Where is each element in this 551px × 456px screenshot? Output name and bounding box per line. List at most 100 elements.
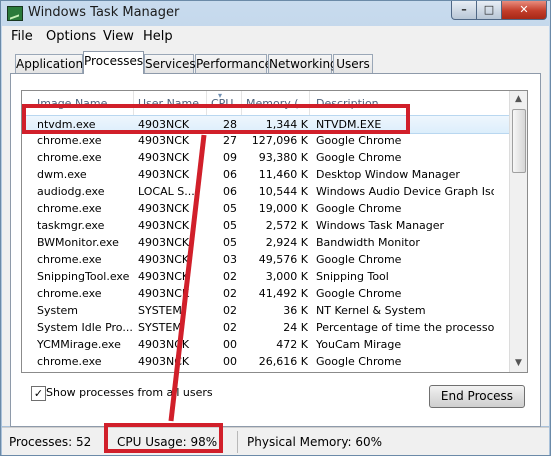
process-rows: ntvdm.exe 4903NCK 28 1,344 K NTVDM.EXE chrome… xyxy=(22,115,509,372)
title-bar[interactable]: Windows Task Manager – □ ✕ xyxy=(1,1,550,25)
menu-help[interactable]: Help xyxy=(143,29,173,44)
column-divider[interactable] xyxy=(241,91,242,115)
memory-cell: 26,616 K xyxy=(258,355,308,368)
menu-bar: File Options View Help xyxy=(2,26,549,45)
description-cell: YouCam Mirage xyxy=(316,338,402,351)
menu-file[interactable]: File xyxy=(11,29,33,44)
menu-options[interactable]: Options xyxy=(46,29,96,44)
table-row[interactable]: BWMonitor.exe 4903NCK 05 2,924 K Bandwidth M… xyxy=(22,234,509,251)
table-row[interactable]: audiodg.exe LOCAL S... 06 10,544 K Windows A… xyxy=(22,183,509,200)
table-row[interactable]: chrome.exe 4903NCK 03 49,576 K Google Chrome xyxy=(22,251,509,268)
maximize-button[interactable]: □ xyxy=(476,1,502,20)
tab-processes[interactable]: Processes xyxy=(83,51,144,74)
image-name-cell: chrome.exe xyxy=(37,253,102,266)
user-name-cell: 4903NCK xyxy=(138,355,190,368)
process-count: Processes: 52 xyxy=(9,435,92,449)
column-divider[interactable] xyxy=(133,91,134,115)
column-divider[interactable] xyxy=(309,91,310,115)
show-all-users-label: Show processes from all users xyxy=(46,386,213,399)
description-cell: Percentage of time the processor i... xyxy=(316,321,494,334)
user-name-cell: 4903NCK xyxy=(138,219,190,232)
user-name-cell: 4903NCK xyxy=(138,168,190,181)
memory-cell: 19,000 K xyxy=(258,202,308,215)
task-manager-window: Windows Task Manager – □ ✕ File Options … xyxy=(0,0,551,456)
table-row[interactable]: YCMMirage.exe 4903NCK 00 472 K YouCam Mirage xyxy=(22,336,509,353)
table-row[interactable]: System SYSTEM 02 36 K NT Kernel & System xyxy=(22,302,509,319)
tab-services[interactable]: Services xyxy=(144,54,196,74)
table-row[interactable]: chrome.exe 4903NCK 00 26,616 K Google Chrome xyxy=(22,353,509,370)
memory-cell: 41,492 K xyxy=(258,287,308,300)
memory-cell: 36 K xyxy=(283,304,308,317)
user-name-cell: 4903NCK xyxy=(138,253,190,266)
cpu-cell: 27 xyxy=(223,134,237,147)
cpu-cell: 02 xyxy=(223,270,237,283)
user-name-cell: 4903NCK xyxy=(138,236,190,249)
column-user-name[interactable]: User Name xyxy=(138,97,206,110)
cpu-usage: CPU Usage: 98% xyxy=(117,435,218,449)
user-name-cell: SYSTEM xyxy=(138,321,182,334)
user-name-cell: 4903NCK xyxy=(138,338,190,351)
process-list[interactable]: Image Name User Name CPU Memory ( Descri… xyxy=(21,90,528,373)
minimize-button[interactable]: – xyxy=(451,1,477,20)
window-title: Windows Task Manager xyxy=(28,5,180,20)
description-cell: Google Chrome xyxy=(316,253,402,266)
description-cell: Google Chrome xyxy=(316,287,402,300)
tab-users[interactable]: Users xyxy=(333,54,373,74)
memory-cell: 472 K xyxy=(276,338,308,351)
memory-cell: 93,380 K xyxy=(258,151,308,164)
cpu-cell: 02 xyxy=(223,287,237,300)
table-row[interactable]: System Idle Pro... SYSTEM 02 24 K Percentage… xyxy=(22,319,509,336)
tab-performance[interactable]: Performance xyxy=(195,54,272,74)
cpu-cell: 06 xyxy=(223,185,237,198)
column-cpu[interactable]: CPU xyxy=(211,97,241,110)
image-name-cell: System xyxy=(37,304,79,317)
description-cell: NT Kernel & System xyxy=(316,304,426,317)
description-cell: Desktop Window Manager xyxy=(316,168,460,181)
description-cell: Windows Task Manager xyxy=(316,219,445,232)
cpu-cell: 28 xyxy=(223,118,237,131)
image-name-cell: SnippingTool.exe xyxy=(37,270,130,283)
memory-cell: 24 K xyxy=(283,321,308,334)
table-row[interactable]: chrome.exe 4903NCK 05 19,000 K Google Chrome xyxy=(22,200,509,217)
table-row[interactable]: SnippingTool.exe 4903NCK 02 3,000 K Snipping… xyxy=(22,268,509,285)
memory-cell: 3,000 K xyxy=(265,270,308,283)
table-row[interactable]: chrome.exe 4903NCK 09 93,380 K Google Chrome xyxy=(22,149,509,166)
status-divider xyxy=(237,431,238,453)
table-row[interactable]: chrome.exe 4903NCK 27 127,096 K Google Chrom… xyxy=(22,132,509,149)
image-name-cell: audiodg.exe xyxy=(37,185,105,198)
tab-applications[interactable]: Applications xyxy=(15,54,89,74)
vertical-scrollbar[interactable]: ▲ ▼ xyxy=(509,91,527,372)
column-divider[interactable] xyxy=(206,91,207,115)
cpu-cell: 00 xyxy=(223,355,237,368)
scroll-up-arrow-icon[interactable]: ▲ xyxy=(510,91,527,108)
table-row[interactable]: taskmgr.exe 4903NCK 05 2,572 K Windows Task … xyxy=(22,217,509,234)
scroll-down-arrow-icon[interactable]: ▼ xyxy=(510,355,527,372)
close-button[interactable]: ✕ xyxy=(501,1,547,20)
memory-cell: 2,572 K xyxy=(265,219,308,232)
physical-memory: Physical Memory: 60% xyxy=(247,435,383,449)
cpu-cell: 02 xyxy=(223,321,237,334)
end-process-button[interactable]: End Process xyxy=(429,385,525,408)
description-cell: Google Chrome xyxy=(316,151,402,164)
cpu-cell: 00 xyxy=(223,338,237,351)
user-name-cell: 4903NCK xyxy=(138,151,190,164)
table-row[interactable]: chrome.exe 4903NCK 02 41,492 K Google Chrome xyxy=(22,285,509,302)
scroll-thumb[interactable] xyxy=(512,109,526,173)
menu-view[interactable]: View xyxy=(103,29,134,44)
description-cell: Google Chrome xyxy=(316,355,402,368)
user-name-cell: 4903NCK xyxy=(138,118,190,131)
show-all-users-checkbox[interactable]: ✓ xyxy=(31,386,46,401)
memory-cell: 2,924 K xyxy=(265,236,308,249)
status-bar: Processes: 52 CPU Usage: 98% Physical Me… xyxy=(2,427,549,455)
memory-cell: 1,344 K xyxy=(265,118,308,131)
image-name-cell: chrome.exe xyxy=(37,355,102,368)
memory-cell: 49,576 K xyxy=(258,253,308,266)
description-cell: Google Chrome xyxy=(316,202,402,215)
image-name-cell: taskmgr.exe xyxy=(37,219,105,232)
table-row[interactable]: dwm.exe 4903NCK 06 11,460 K Desktop Window M… xyxy=(22,166,509,183)
column-memory[interactable]: Memory ( xyxy=(246,97,308,110)
tab-networking[interactable]: Networking xyxy=(268,54,338,74)
memory-cell: 11,460 K xyxy=(258,168,308,181)
column-description[interactable]: Description xyxy=(316,97,466,110)
column-image-name[interactable]: Image Name xyxy=(37,97,132,110)
